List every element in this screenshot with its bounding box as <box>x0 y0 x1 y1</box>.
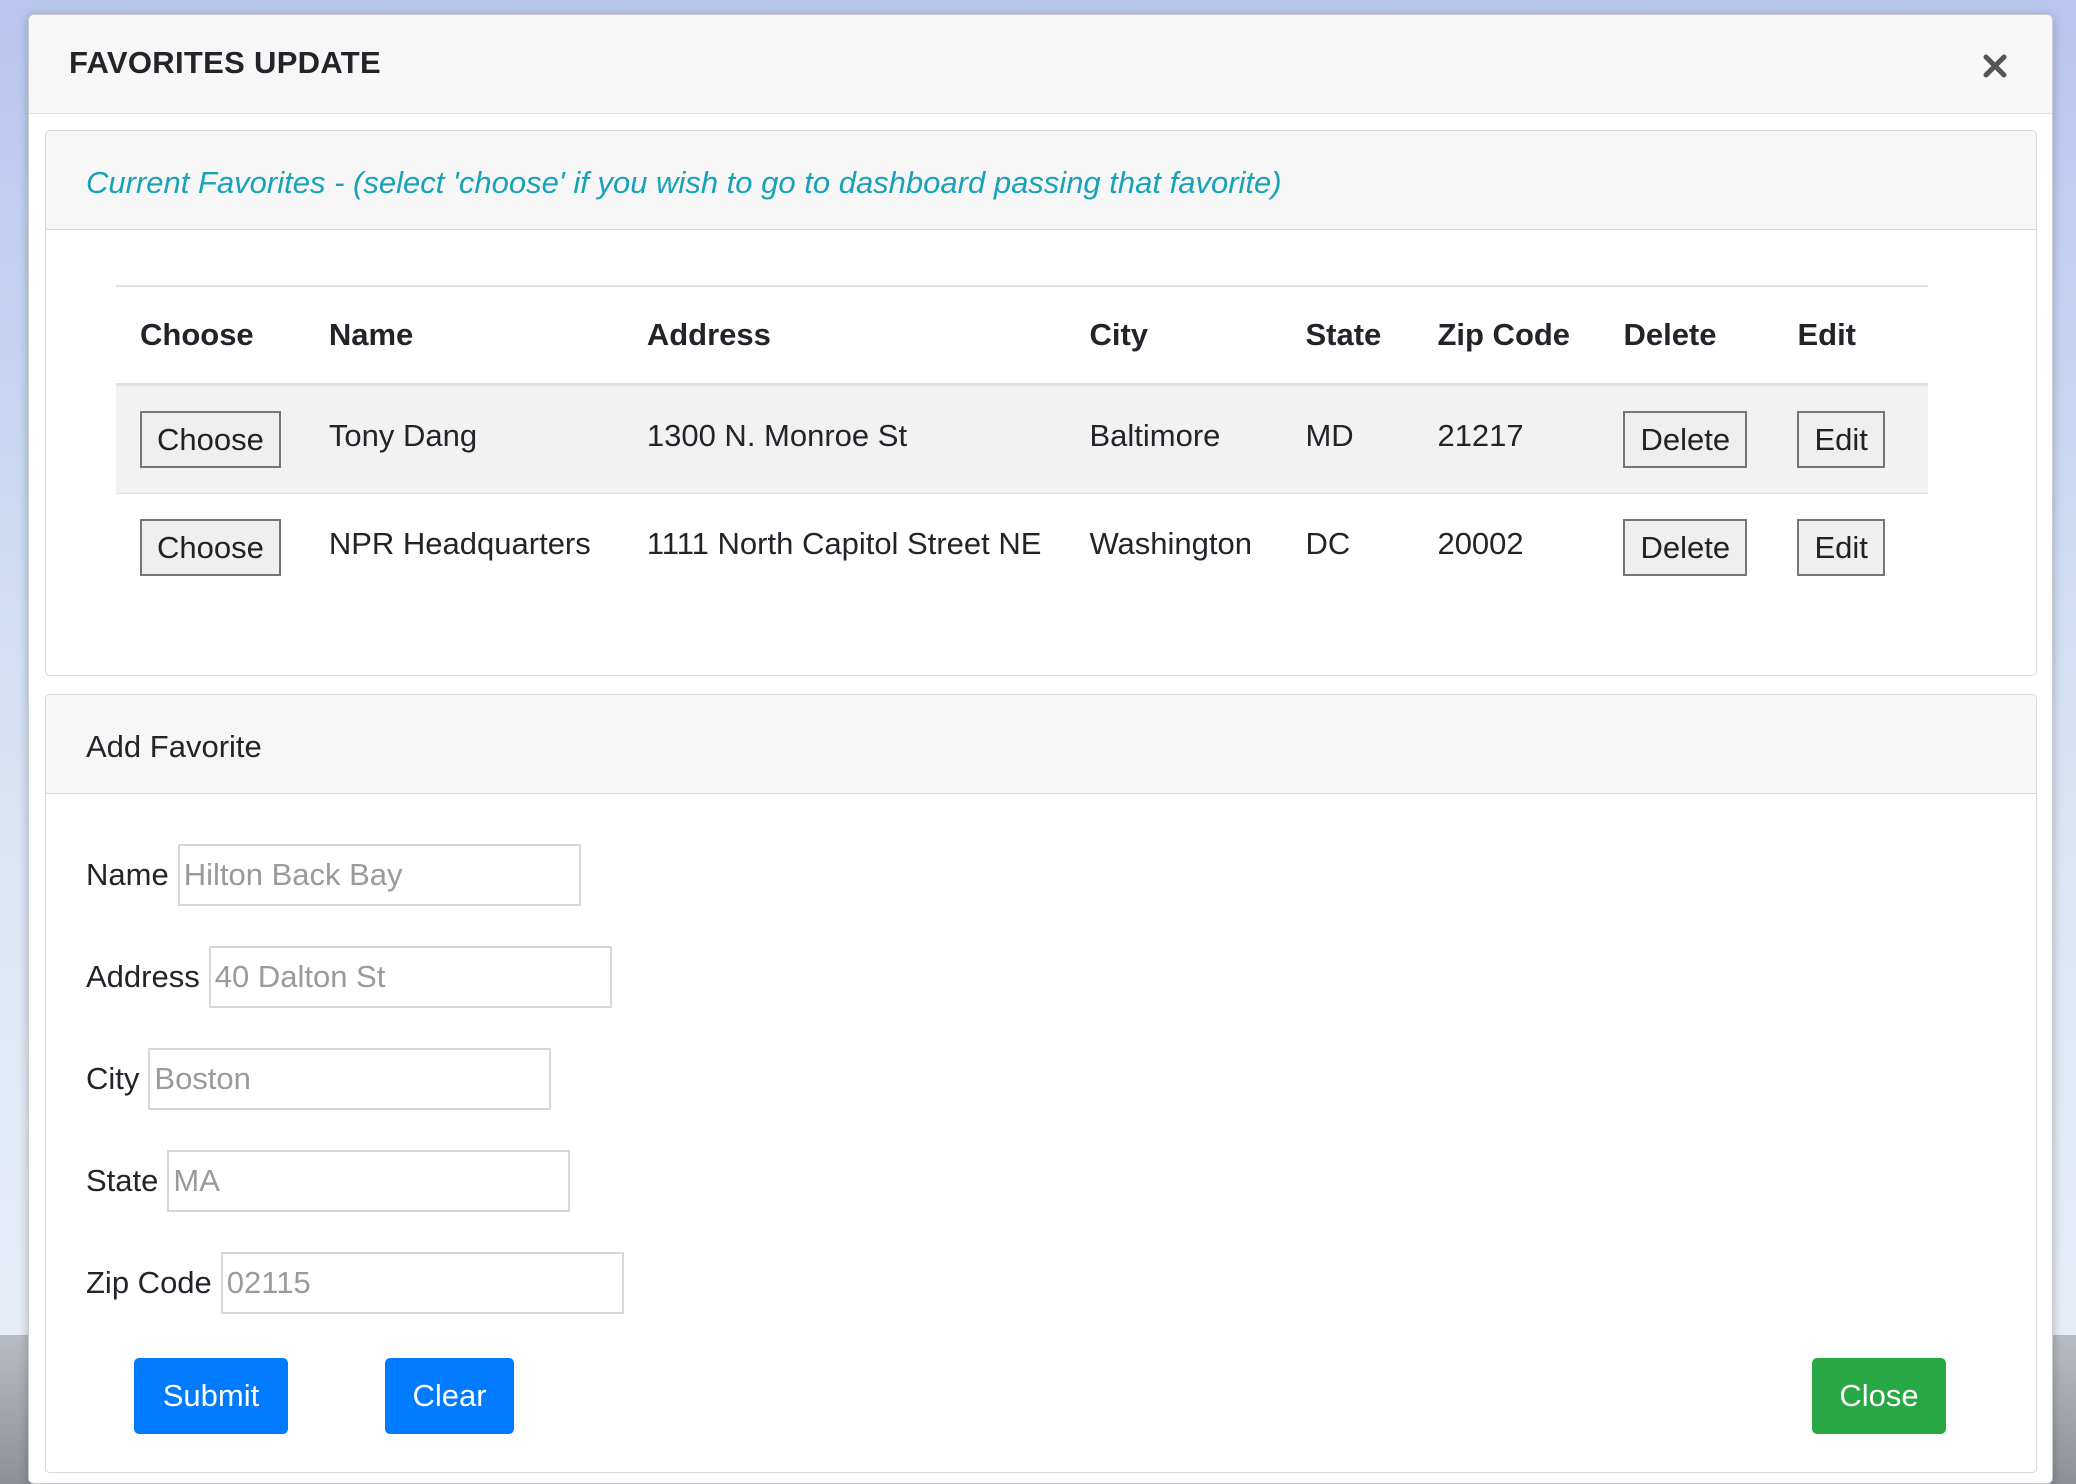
edit-button[interactable]: Edit <box>1797 519 1885 576</box>
favorite-name: Tony Dang <box>328 417 478 453</box>
state-row: State <box>86 1150 571 1212</box>
column-header-delete: Delete <box>1599 285 1774 386</box>
address-input[interactable] <box>208 946 612 1008</box>
zip-label: Zip Code <box>86 1265 212 1300</box>
name-input[interactable] <box>177 844 581 906</box>
zip-row: Zip Code <box>86 1252 624 1314</box>
add-favorite-title: Add Favorite <box>86 729 262 764</box>
modal-header: FAVORITES UPDATE <box>29 15 2052 114</box>
edit-button[interactable]: Edit <box>1797 411 1885 468</box>
column-header-state: State <box>1281 285 1414 386</box>
table-row: Choose Tony Dang 1300 N. Monroe St Balti… <box>116 384 1928 494</box>
favorite-zip: 21217 <box>1437 417 1524 453</box>
column-header-address: Address <box>622 285 1066 386</box>
column-header-zip: Zip Code <box>1413 285 1600 386</box>
favorite-address: 1300 N. Monroe St <box>646 417 908 453</box>
modal-title: FAVORITES UPDATE <box>69 45 381 80</box>
name-label: Name <box>86 857 169 892</box>
favorites-table: Choose Name Address City State Zip Code … <box>116 285 1928 601</box>
favorite-state: MD <box>1305 417 1354 453</box>
favorite-city: Baltimore <box>1089 417 1221 453</box>
clear-button[interactable]: Clear <box>385 1358 514 1434</box>
choose-button[interactable]: Choose <box>140 519 281 576</box>
favorite-address: 1111 North Capitol Street NE <box>646 525 1042 561</box>
state-label: State <box>86 1163 159 1198</box>
add-favorite-header: Add Favorite <box>46 695 2036 794</box>
favorite-city: Washington <box>1089 525 1253 561</box>
favorite-zip: 20002 <box>1437 525 1524 561</box>
favorite-state: DC <box>1305 525 1351 561</box>
state-input[interactable] <box>167 1150 571 1212</box>
city-row: City <box>86 1048 552 1110</box>
column-header-name: Name <box>304 285 623 386</box>
city-input[interactable] <box>148 1048 552 1110</box>
address-row: Address <box>86 946 612 1008</box>
current-favorites-card: Current Favorites - (select 'choose' if … <box>45 130 2037 676</box>
close-icon[interactable] <box>1978 49 2012 83</box>
favorite-name: NPR Headquarters <box>328 525 591 561</box>
table-row: Choose NPR Headquarters 1111 North Capit… <box>116 493 1928 601</box>
favorites-modal: FAVORITES UPDATE Current Favorites - (se… <box>28 14 2053 1484</box>
current-favorites-header: Current Favorites - (select 'choose' if … <box>46 131 2036 230</box>
choose-button[interactable]: Choose <box>140 411 281 468</box>
column-header-city: City <box>1065 285 1282 386</box>
table-header-row: Choose Name Address City State Zip Code … <box>116 285 1928 386</box>
zip-input[interactable] <box>220 1252 624 1314</box>
column-header-choose: Choose <box>116 285 305 386</box>
column-header-edit: Edit <box>1773 285 1928 386</box>
name-row: Name <box>86 844 581 906</box>
add-favorite-card: Add Favorite Name Address City State Zip… <box>45 694 2037 1473</box>
delete-button[interactable]: Delete <box>1623 519 1748 576</box>
close-button[interactable]: Close <box>1812 1358 1946 1434</box>
delete-button[interactable]: Delete <box>1623 411 1748 468</box>
address-label: Address <box>86 959 200 994</box>
current-favorites-title: Current Favorites - (select 'choose' if … <box>86 165 1282 200</box>
city-label: City <box>86 1061 140 1096</box>
submit-button[interactable]: Submit <box>134 1358 288 1434</box>
